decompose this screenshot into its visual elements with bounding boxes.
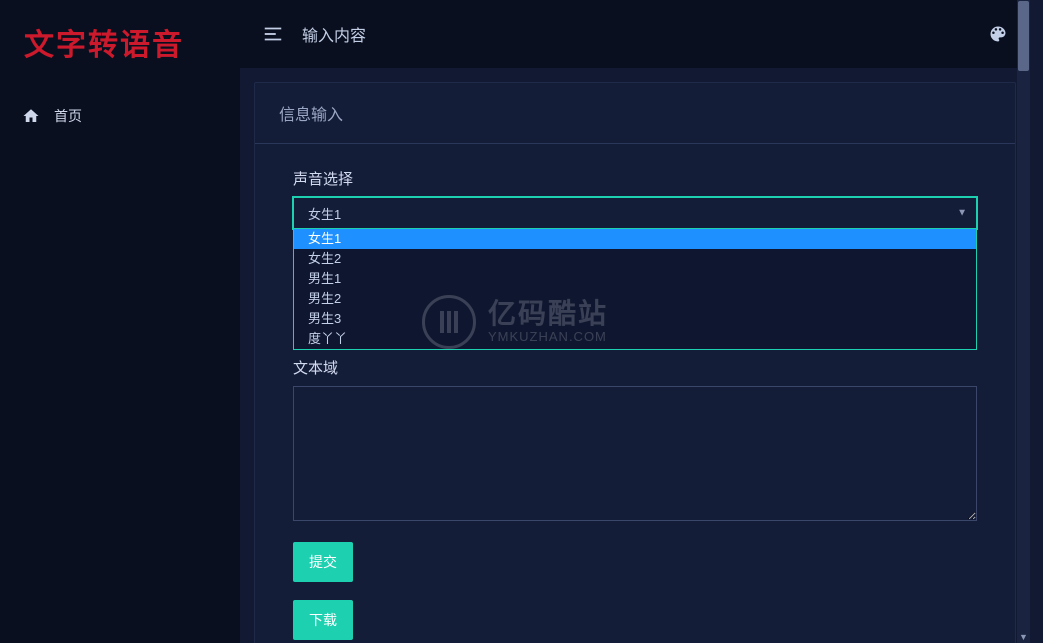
main: 输入内容 信息输入 声音选择 女生1 ▼ [240,0,1030,643]
voice-select[interactable]: 女生1 ▼ [293,197,977,229]
nav: 首页 [0,74,240,138]
sidebar-item-label: 首页 [54,106,82,126]
scrollbar[interactable]: ▼ [1017,0,1030,643]
voice-option[interactable]: 男生1 [294,269,976,289]
card: 信息输入 声音选择 女生1 ▼ 女生1 女生2 男生1 [254,82,1016,643]
voice-option[interactable]: 女生2 [294,249,976,269]
voice-option[interactable]: 女生1 [294,229,976,249]
voice-option[interactable]: 度丫丫 [294,329,976,349]
sidebar-item-home[interactable]: 首页 [0,94,240,138]
content: 信息输入 声音选择 女生1 ▼ 女生1 女生2 男生1 [240,68,1030,643]
theme-palette-button[interactable] [988,24,1008,44]
scrollbar-thumb[interactable] [1018,1,1029,71]
voice-select-value: 女生1 [308,204,341,223]
content-textarea[interactable] [293,386,977,521]
breadcrumb: 输入内容 [302,22,366,46]
textarea-label: 文本域 [293,357,977,378]
topbar: 输入内容 [240,0,1030,68]
hamburger-icon [262,23,284,45]
download-button[interactable]: 下载 [293,600,353,640]
sidebar: 文字转语音 首页 [0,0,240,643]
voice-option[interactable]: 男生3 [294,309,976,329]
card-title: 信息输入 [255,83,1015,144]
voice-select-label: 声音选择 [293,168,977,189]
submit-button[interactable]: 提交 [293,542,353,582]
scrollbar-down-button[interactable]: ▼ [1017,630,1030,643]
app-logo: 文字转语音 [0,20,240,74]
voice-option[interactable]: 男生2 [294,289,976,309]
menu-toggle-button[interactable] [262,23,284,45]
voice-select-group: 声音选择 女生1 ▼ 女生1 女生2 男生1 男生2 男生3 [293,168,977,229]
voice-dropdown: 女生1 女生2 男生1 男生2 男生3 度丫丫 [293,229,977,350]
textarea-group: 文本域 [293,357,977,524]
home-icon [22,107,40,125]
chevron-down-icon: ▼ [957,208,967,219]
